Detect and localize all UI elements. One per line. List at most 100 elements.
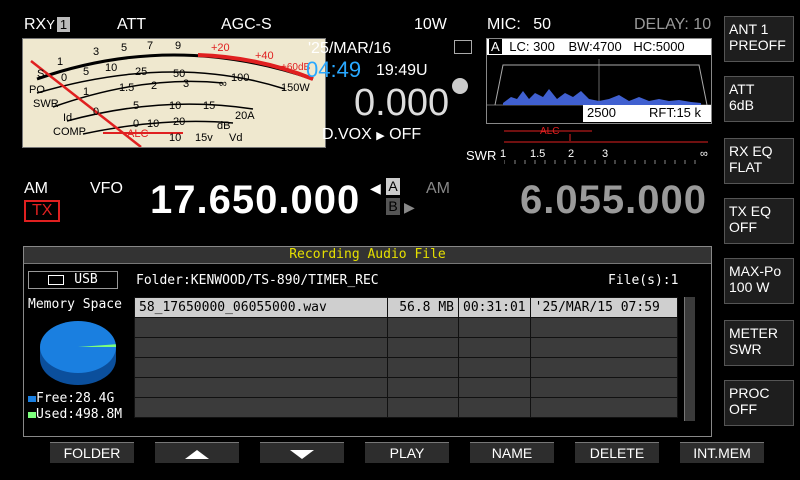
key-antenna-line1: ANT 1 <box>729 21 769 37</box>
mode-b: AM <box>426 180 450 197</box>
vfo-label: VFO <box>90 180 123 197</box>
key-proc-line1: PROC <box>729 385 770 401</box>
frequency-a[interactable]: 17.650.000 <box>150 178 360 223</box>
softkey-up[interactable] <box>155 442 239 463</box>
panel-title: Recording Audio File <box>24 247 711 264</box>
swr-bar-tick-3: 3 <box>602 148 609 160</box>
used-legend: Used:498.8M <box>28 407 122 422</box>
alc-bar-label: ALC <box>540 126 559 137</box>
rx-number-badge: 1 <box>56 17 71 32</box>
swr-tick-inf: ∞ <box>219 78 227 90</box>
id-tick-0: 0 <box>93 106 99 118</box>
id-tick-15: 15 <box>203 100 215 112</box>
vd-tick-10: 10 <box>169 132 181 144</box>
po-tick-5: 5 <box>83 66 89 78</box>
swr-bar-tick-inf: ∞ <box>700 148 708 160</box>
file-list-scrollbar[interactable] <box>684 297 695 421</box>
comp-tick-20: 20 <box>173 116 185 128</box>
key-att-line2: 6dB <box>729 97 754 113</box>
sd-card-icon <box>454 40 472 54</box>
att-indicator: ATT <box>117 16 147 33</box>
id-tick-10: 10 <box>169 100 181 112</box>
s-tick-20: +20 <box>211 42 230 54</box>
local-time: 04:49 <box>306 57 362 82</box>
softkey-int-mem[interactable]: INT.MEM <box>680 442 764 463</box>
po-tick-150: 150W <box>281 82 310 94</box>
key-att-line1: ATT <box>729 81 755 97</box>
folder-path: Folder:KENWOOD/TS-890/TIMER_REC <box>136 273 379 288</box>
triangle-down-icon <box>290 449 314 459</box>
antenna-icon: Y <box>46 17 55 32</box>
swr-tick-1: 1 <box>83 86 89 98</box>
vfo-a-badge: A <box>386 178 400 195</box>
file-table[interactable]: 58_17650000_06055000.wav 56.8 MB 00:31:0… <box>134 297 678 418</box>
meter-label-comp: COMP <box>53 126 86 138</box>
key-max-po-line2: 100 W <box>729 279 770 295</box>
key-meter[interactable]: METER SWR <box>724 320 794 366</box>
usb-drive-icon <box>48 274 65 285</box>
date-display: '25/MAR/16 <box>308 40 392 57</box>
softkey-play[interactable]: PLAY <box>365 442 449 463</box>
swr-bar-tick-15: 1.5 <box>530 148 546 160</box>
swr-bar-label: SWR <box>466 148 497 163</box>
meter-label-s: S <box>37 68 44 80</box>
s-tick-1: 1 <box>57 56 63 68</box>
file-date: '25/MAR/15 07:59 <box>529 297 678 318</box>
key-att[interactable]: ATT 6dB <box>724 76 794 122</box>
softkey-delete[interactable]: DELETE <box>575 442 659 463</box>
file-name: 58_17650000_06055000.wav <box>134 297 388 318</box>
po-tick-0: 0 <box>61 72 67 84</box>
scope-vfo-badge: A <box>489 39 502 54</box>
triangle-up-icon <box>185 449 209 459</box>
id-tick-5: 5 <box>133 100 139 112</box>
file-row-empty[interactable] <box>134 317 678 338</box>
file-count: File(s):1 <box>608 273 679 288</box>
swr-bar-tick-2: 2 <box>568 148 575 160</box>
softkey-down[interactable] <box>260 442 344 463</box>
mic-gain: MIC: 50 <box>487 16 551 34</box>
softkey-name[interactable]: NAME <box>470 442 554 463</box>
analog-meter: S PO SWR Id COMP 1 3 5 7 9 +20 +40 +60dB… <box>22 38 326 148</box>
key-max-po[interactable]: MAX-Po 100 W <box>724 258 794 304</box>
free-value: Free:28.4G <box>36 391 115 406</box>
meter-scale-graphic: S PO SWR Id COMP 1 3 5 7 9 +20 +40 +60dB… <box>29 40 314 147</box>
po-tick-100: 100 <box>231 72 249 84</box>
key-max-po-line1: MAX-Po <box>729 263 782 279</box>
comp-tick-db: dB <box>217 120 230 132</box>
meter-alc-label: ALC <box>127 128 148 140</box>
scope-rft: RFT:15 k <box>649 105 702 120</box>
dvox-state: OFF <box>389 126 422 143</box>
dvox-status: D.VOX ▶ OFF <box>322 126 421 144</box>
key-rx-eq[interactable]: RX EQ FLAT <box>724 138 794 184</box>
scope-center-freq: 2500 <box>587 105 616 120</box>
key-tx-eq-line1: TX EQ <box>729 203 772 219</box>
filter-scope[interactable]: A LC: 300 BW:4700 HC:5000 2500 RFT:15 k <box>486 38 712 124</box>
arrow-right-gray-icon: ▶ <box>404 199 415 215</box>
file-row-empty[interactable] <box>134 337 678 358</box>
key-rx-eq-line1: RX EQ <box>729 143 773 159</box>
scope-header: A LC: 300 BW:4700 HC:5000 <box>487 39 711 55</box>
scope-hc: HC:5000 <box>633 39 685 54</box>
key-antenna[interactable]: ANT 1 PREOFF <box>724 16 794 62</box>
memory-pie-chart <box>40 321 117 385</box>
swr-tick-3: 3 <box>183 78 189 90</box>
mode-a: AM <box>24 180 48 197</box>
file-row-empty[interactable] <box>134 377 678 398</box>
recording-audio-panel: Recording Audio File USB Folder:KENWOOD/… <box>23 246 712 437</box>
id-tick-20: 20A <box>235 110 255 122</box>
frequency-b[interactable]: 6.055.000 <box>520 178 707 223</box>
key-proc[interactable]: PROC OFF <box>724 380 794 426</box>
softkey-folder[interactable]: FOLDER <box>50 442 134 463</box>
rit-offset: 0.000 <box>354 82 450 124</box>
meter-label-swr: SWR <box>33 98 59 110</box>
dvox-label: D.VOX <box>322 126 372 143</box>
meter-label-po: PO <box>29 84 45 96</box>
mic-value: 50 <box>533 16 552 33</box>
file-duration: 00:31:01 <box>458 297 531 318</box>
file-row-empty[interactable] <box>134 397 678 418</box>
mic-label: MIC: <box>487 16 521 33</box>
swr-bar-tick-1: 1 <box>500 148 507 160</box>
file-row[interactable]: 58_17650000_06055000.wav 56.8 MB 00:31:0… <box>134 297 678 318</box>
file-row-empty[interactable] <box>134 357 678 378</box>
key-tx-eq[interactable]: TX EQ OFF <box>724 198 794 244</box>
